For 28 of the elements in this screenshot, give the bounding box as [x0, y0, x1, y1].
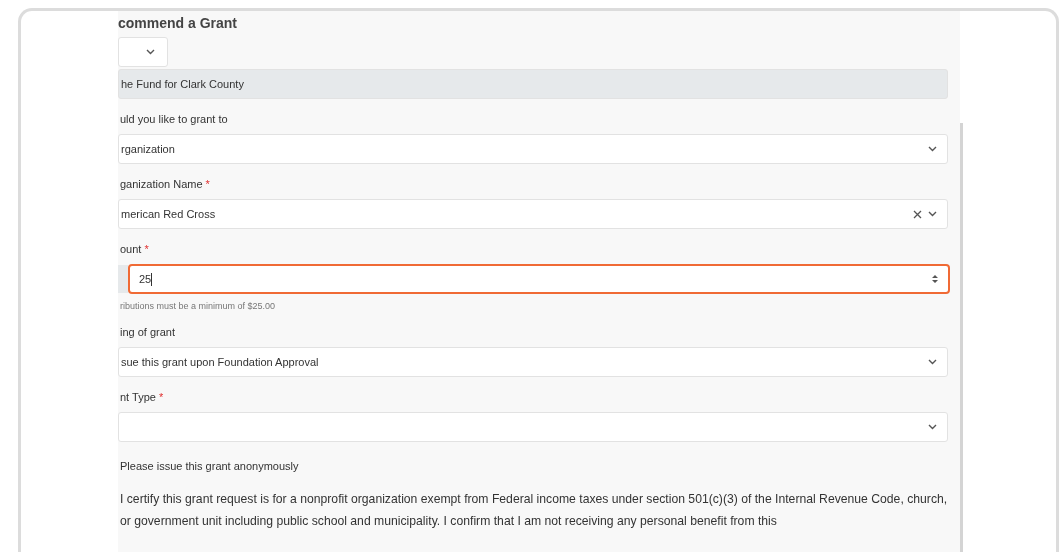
field-label: ganization Name *	[120, 177, 211, 191]
spinner-icon[interactable]	[932, 274, 938, 284]
clear-icon[interactable]	[913, 209, 922, 219]
chevron-down-icon	[928, 211, 937, 217]
dropdown[interactable]: rganization	[118, 134, 948, 164]
dropdown[interactable]: sue this grant upon Foundation Approval	[118, 347, 948, 377]
chevron-down-icon	[928, 146, 937, 152]
input-addon	[118, 265, 128, 293]
chevron-down-icon	[928, 359, 937, 365]
dropdown[interactable]	[118, 37, 168, 67]
field-label: ount *	[120, 242, 150, 256]
amount-field[interactable]: 25	[128, 264, 950, 294]
form-title: commend a Grant	[118, 14, 239, 32]
required-mark: *	[144, 243, 149, 255]
dropdown[interactable]: merican Red Cross	[118, 199, 948, 229]
certification-text: I certify this grant request is for a nonprofit organization exempt from Federal income taxes under section 501(c)(3) of the Internal Revenue Code, church, or government unit including public school and municipality. I confirm that I am not receiving any personal benefit from this	[120, 491, 949, 530]
help-text: ributions must be a minimum of $25.00	[120, 300, 277, 312]
readonly-field: he Fund for Clark County	[118, 69, 948, 99]
required-mark: *	[205, 178, 210, 190]
scrollbar[interactable]	[960, 123, 963, 552]
required-mark: *	[158, 391, 164, 403]
dropdown[interactable]	[118, 412, 948, 442]
chevron-down-icon	[928, 424, 937, 430]
field-label: uld you like to grant to	[120, 112, 229, 126]
field-label: ing of grant	[120, 325, 177, 339]
field-label: nt Type *	[120, 390, 165, 404]
chevron-down-icon	[146, 49, 155, 55]
checkbox-label[interactable]: Please issue this grant anonymously	[120, 459, 299, 473]
